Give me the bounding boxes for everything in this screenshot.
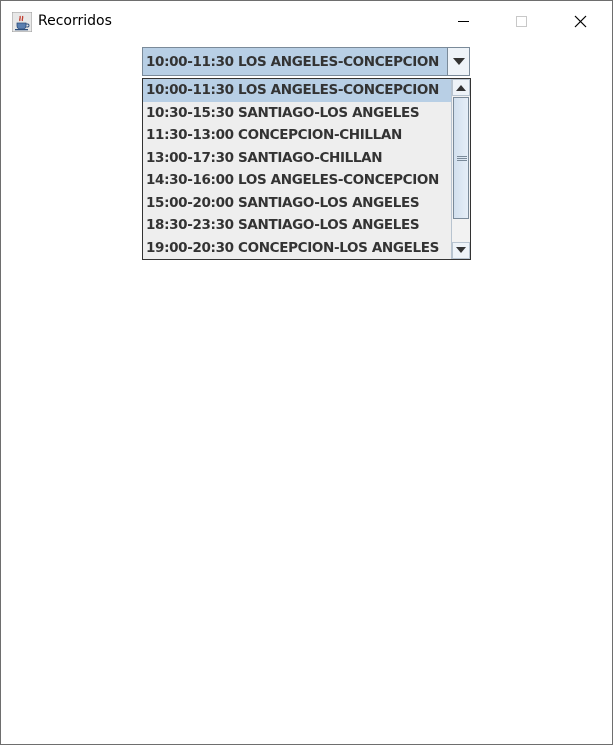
route-list-item[interactable]: 10:30-15:30 SANTIAGO-LOS ANGELES [143, 102, 451, 125]
chevron-down-icon [453, 58, 465, 65]
route-list-item[interactable]: 13:00-17:30 SANTIAGO-CHILLAN [143, 147, 451, 170]
scroll-thumb[interactable] [453, 97, 469, 219]
arrow-down-icon [456, 247, 466, 253]
route-combo-box[interactable]: 10:00-11:30 LOS ANGELES-CONCEPCION [142, 47, 470, 76]
route-list-item[interactable]: 19:00-20:30 CONCEPCION-LOS ANGELES [143, 237, 451, 260]
vertical-scrollbar[interactable] [451, 79, 470, 259]
close-icon [574, 15, 587, 28]
route-list: 10:00-11:30 LOS ANGELES-CONCEPCION 10:30-… [143, 79, 451, 259]
route-list-item[interactable]: 10:00-11:30 LOS ANGELES-CONCEPCION [143, 79, 451, 102]
arrow-up-icon [456, 85, 466, 91]
minimize-icon [458, 21, 469, 22]
route-list-item[interactable]: 18:30-23:30 SANTIAGO-LOS ANGELES [143, 214, 451, 237]
route-list-item[interactable]: 14:30-16:00 LOS ANGELES-CONCEPCION [143, 169, 451, 192]
combo-selected-value: 10:00-11:30 LOS ANGELES-CONCEPCION [146, 54, 439, 70]
close-button[interactable] [550, 1, 612, 41]
window-title: Recorridos [38, 13, 112, 29]
scroll-up-button[interactable] [452, 79, 470, 96]
title-bar[interactable]: Recorridos [1, 1, 612, 41]
combo-arrow-button[interactable] [447, 48, 469, 75]
route-list-item[interactable]: 11:30-13:00 CONCEPCION-CHILLAN [143, 124, 451, 147]
java-cup-icon [11, 11, 33, 33]
app-window: Recorridos 10:00-11:30 LOS ANGELES-CONCE… [0, 0, 613, 745]
maximize-icon [516, 16, 527, 27]
maximize-button[interactable] [492, 1, 550, 41]
grip-icon [457, 156, 467, 161]
minimize-button[interactable] [434, 1, 492, 41]
scroll-track[interactable] [452, 96, 470, 242]
combo-dropdown-popup: 10:00-11:30 LOS ANGELES-CONCEPCION 10:30-… [142, 78, 471, 260]
route-list-item[interactable]: 15:00-20:00 SANTIAGO-LOS ANGELES [143, 192, 451, 215]
scroll-down-button[interactable] [452, 242, 470, 259]
